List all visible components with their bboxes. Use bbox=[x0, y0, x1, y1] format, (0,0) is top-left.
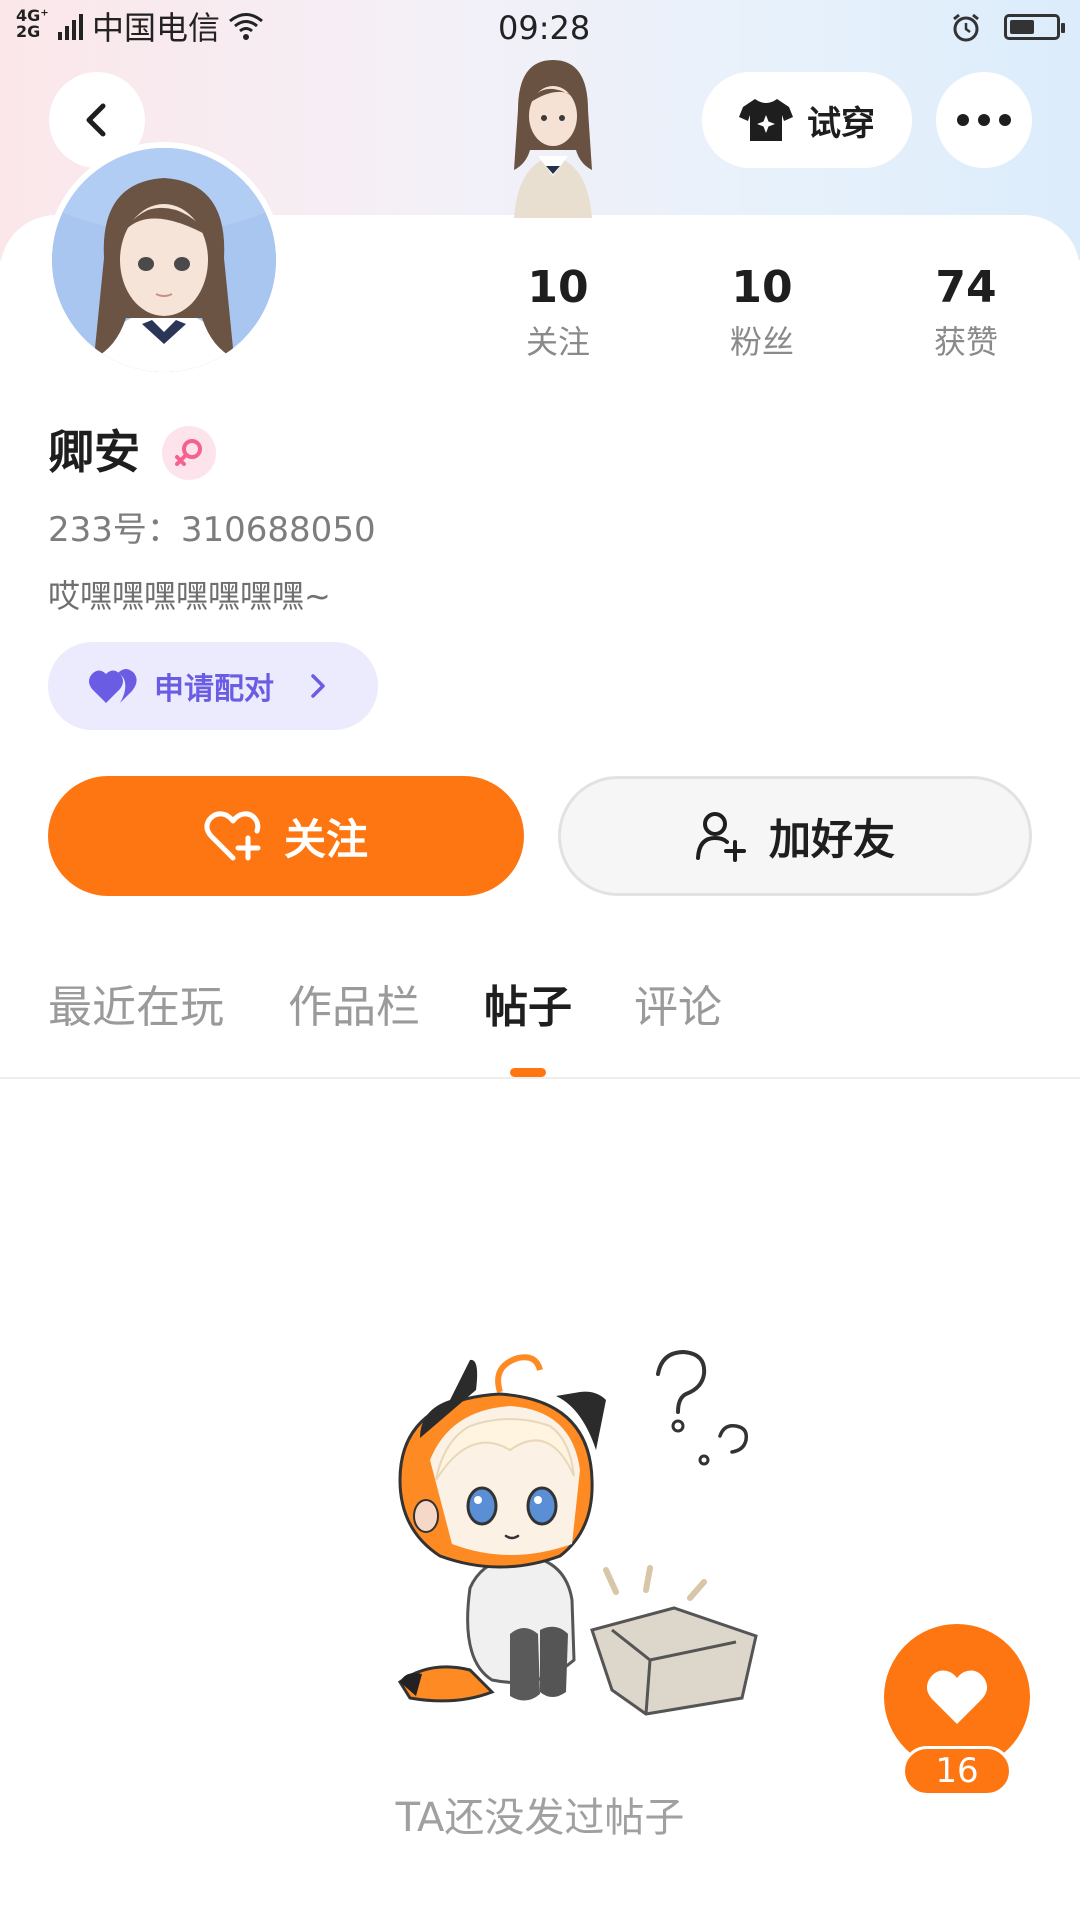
chevron-left-icon bbox=[86, 103, 106, 137]
stat-label: 粉丝 bbox=[729, 323, 794, 361]
add-friend-button[interactable]: 加好友 bbox=[558, 776, 1032, 896]
heart-plus-icon bbox=[204, 811, 261, 861]
stat-label: 关注 bbox=[525, 323, 590, 361]
tab-recently-played[interactable]: 最近在玩 bbox=[48, 980, 224, 1036]
avatar-image bbox=[52, 148, 276, 372]
status-bar: 4G⁺ 2G 中国电信 09:28 bbox=[0, 0, 1080, 56]
bio: 哎嘿嘿嘿嘿嘿嘿嘿~ bbox=[48, 577, 331, 615]
network-type-bottom: 2G bbox=[16, 22, 41, 41]
stat-label: 获赞 bbox=[933, 323, 998, 361]
gender-badge bbox=[162, 426, 216, 480]
tab-comments[interactable]: 评论 bbox=[634, 980, 722, 1036]
wifi-icon bbox=[229, 13, 263, 40]
follow-button[interactable]: 关注 bbox=[48, 776, 524, 896]
user-id: 233号：310688050 bbox=[48, 510, 376, 550]
tshirt-icon bbox=[739, 99, 793, 141]
network-type: 4G⁺ 2G bbox=[16, 8, 49, 40]
double-heart-icon bbox=[89, 669, 137, 703]
stat-likes[interactable]: 74 获赞 bbox=[896, 262, 1036, 364]
stat-value: 10 bbox=[527, 262, 589, 313]
clock: 09:28 bbox=[498, 9, 591, 47]
try-on-button[interactable]: 试穿 bbox=[702, 72, 912, 168]
heart-icon bbox=[926, 1670, 988, 1724]
empty-state-message: TA还没发过帖子 bbox=[395, 1795, 685, 1841]
try-on-label: 试穿 bbox=[807, 103, 875, 144]
chevron-right-icon bbox=[311, 674, 325, 698]
add-friend-label: 加好友 bbox=[768, 814, 895, 864]
active-tab-indicator bbox=[510, 1068, 546, 1077]
female-icon bbox=[175, 439, 202, 466]
empty-state-illustration bbox=[397, 1349, 758, 1716]
more-dots-icon bbox=[957, 114, 1011, 126]
apply-pair-label: 申请配对 bbox=[154, 672, 274, 707]
stat-value: 74 bbox=[935, 262, 997, 313]
alarm-icon bbox=[953, 13, 979, 42]
battery-icon bbox=[1004, 14, 1065, 40]
stat-following[interactable]: 10 关注 bbox=[488, 262, 628, 364]
stat-followers[interactable]: 10 粉丝 bbox=[692, 262, 832, 364]
stat-value: 10 bbox=[731, 262, 793, 313]
avatar[interactable] bbox=[46, 142, 282, 378]
like-count: 16 bbox=[902, 1746, 1012, 1796]
tab-divider bbox=[0, 1077, 1080, 1079]
apply-pair-button[interactable]: 申请配对 bbox=[48, 642, 378, 730]
nickname: 卿安 bbox=[48, 425, 140, 479]
battery-fill bbox=[1010, 20, 1034, 34]
tab-posts[interactable]: 帖子 bbox=[484, 980, 572, 1036]
follow-label: 关注 bbox=[283, 814, 368, 864]
avatar-figure-image bbox=[514, 60, 592, 218]
tab-works[interactable]: 作品栏 bbox=[288, 980, 420, 1036]
signal-icon bbox=[58, 12, 84, 40]
carrier-name: 中国电信 bbox=[92, 9, 221, 47]
add-user-icon bbox=[695, 812, 746, 862]
more-button[interactable] bbox=[936, 72, 1032, 168]
